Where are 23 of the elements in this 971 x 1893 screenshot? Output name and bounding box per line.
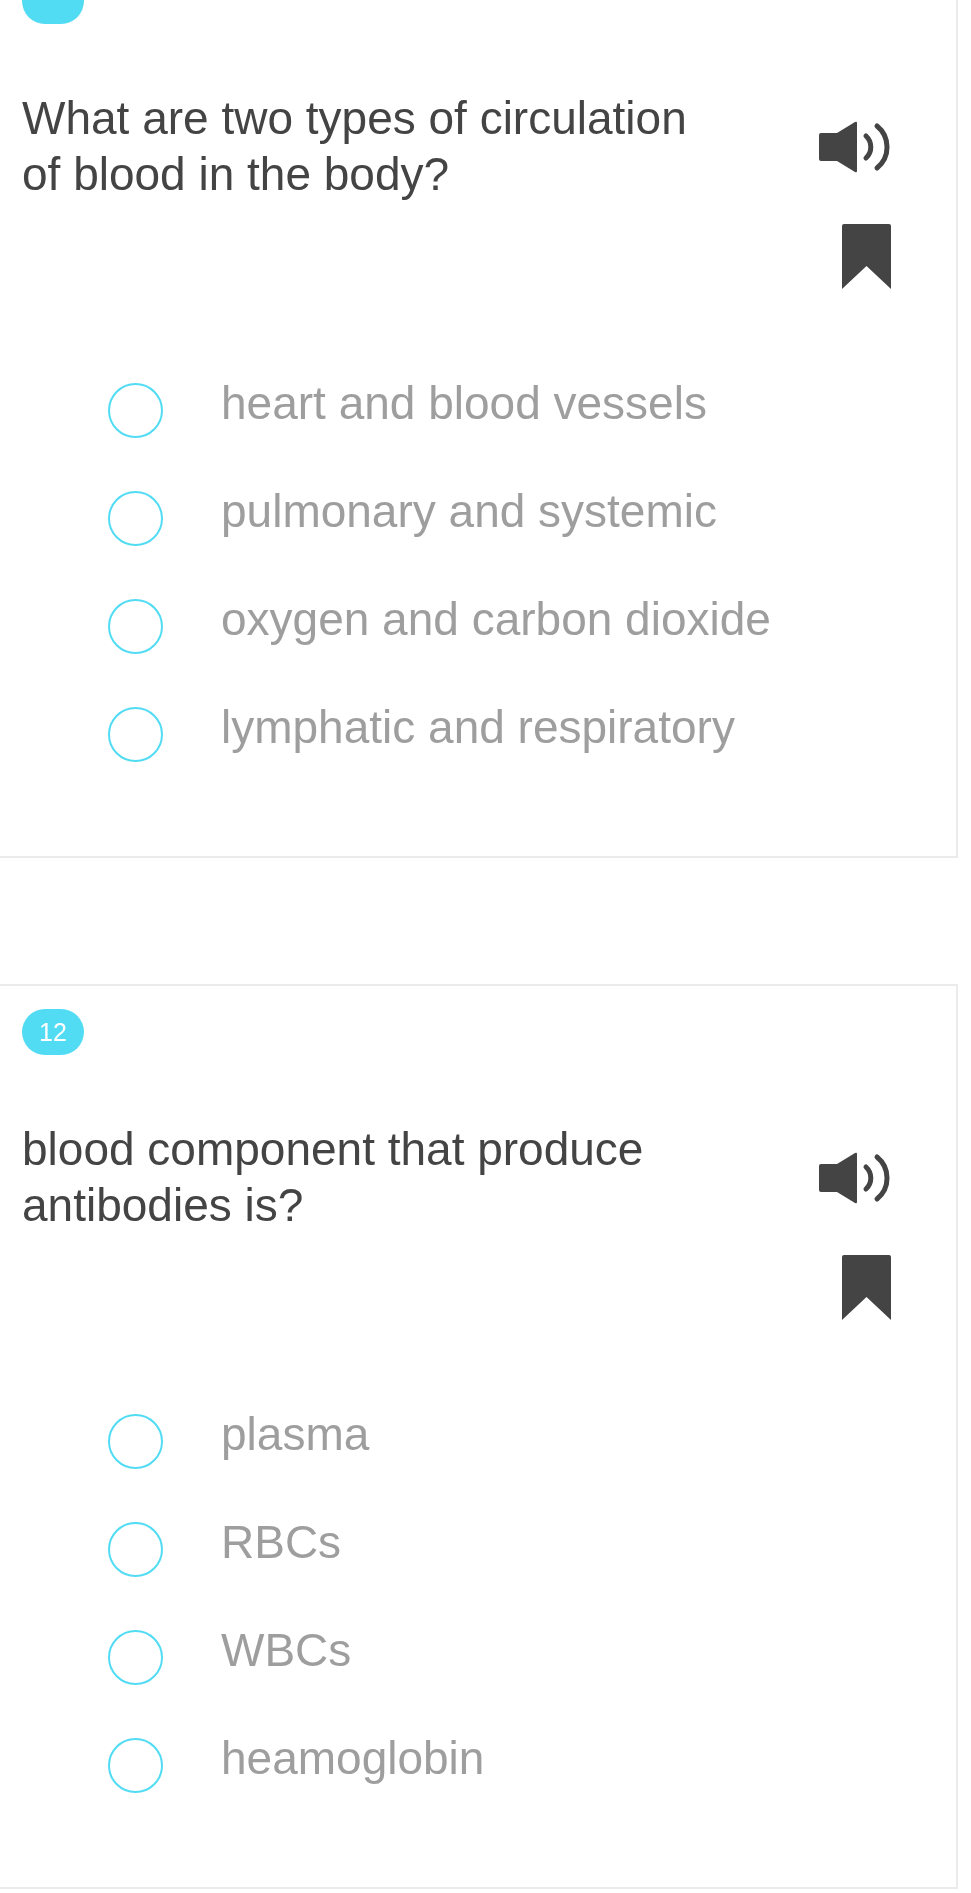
answer-option-label[interactable]: heart and blood vessels [221, 376, 707, 430]
answer-option-label[interactable]: heamoglobin [221, 1731, 485, 1785]
question-number-badge: 12 [22, 1009, 84, 1055]
answer-option-label[interactable]: WBCs [221, 1623, 352, 1677]
answer-option-label[interactable]: pulmonary and systemic [221, 484, 717, 538]
question-text: blood component that produce antibodies is? [22, 1122, 645, 1233]
radio-button[interactable] [108, 1737, 163, 1793]
speaker-icon[interactable] [819, 1152, 891, 1204]
question-text: What are two types of circulation of blood in the body? [22, 91, 688, 202]
answer-option-label[interactable]: oxygen and carbon dioxide [221, 592, 771, 646]
radio-button[interactable] [108, 382, 163, 438]
radio-button[interactable] [108, 1413, 163, 1469]
radio-button[interactable] [108, 1629, 163, 1685]
bookmark-icon[interactable] [842, 224, 891, 289]
answer-option-label[interactable]: RBCs [221, 1515, 342, 1569]
radio-button[interactable] [108, 1521, 163, 1577]
radio-button[interactable] [108, 706, 163, 762]
radio-button[interactable] [108, 598, 163, 654]
radio-button[interactable] [108, 490, 163, 546]
bookmark-icon[interactable] [842, 1255, 891, 1320]
speaker-icon[interactable] [819, 121, 891, 173]
answer-option-label[interactable]: plasma [221, 1407, 370, 1461]
answer-option-label[interactable]: lymphatic and respiratory [221, 700, 735, 754]
